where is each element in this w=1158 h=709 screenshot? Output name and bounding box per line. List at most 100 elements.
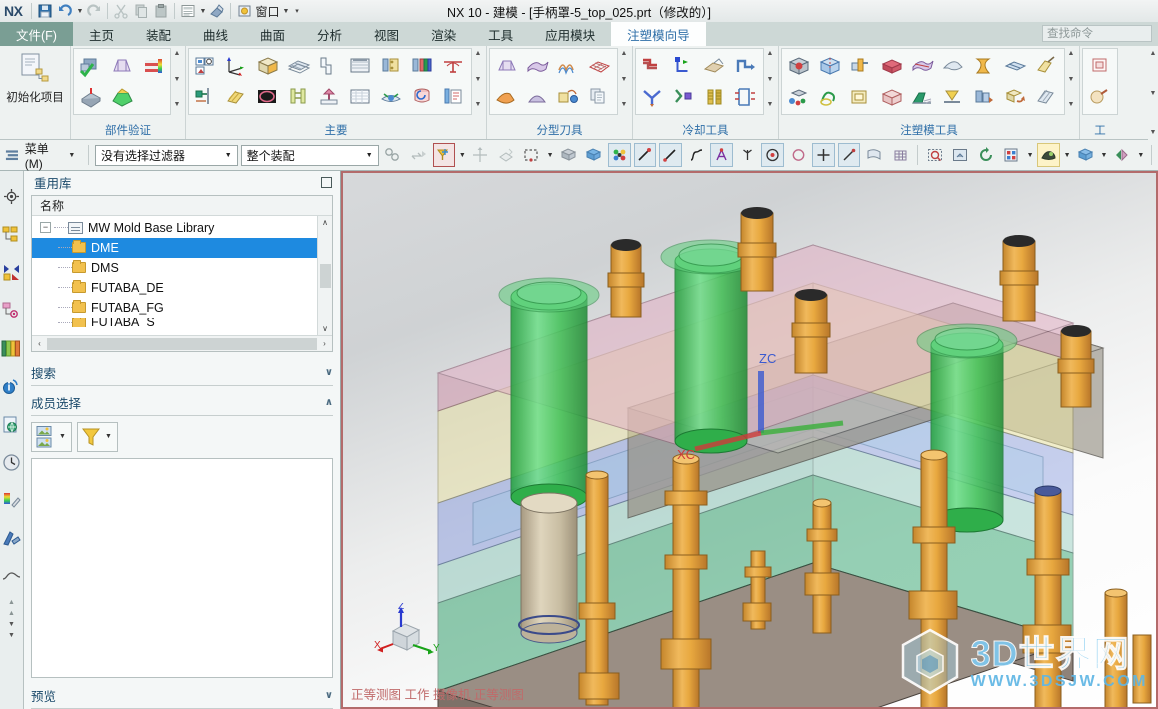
mold-csys-axes-icon[interactable] (222, 51, 252, 81)
parting-line-icon[interactable] (554, 51, 584, 81)
tab-surface[interactable]: 曲面 (244, 22, 301, 46)
scroll-more-icon[interactable]: ▼ (8, 632, 15, 639)
cooling-standard-part-icon[interactable] (700, 82, 730, 112)
snap-point-caret-icon[interactable]: ▼ (458, 152, 466, 159)
drawing-icon[interactable] (439, 82, 469, 112)
parting-scroll[interactable]: ▲ ▼ ▼ (618, 48, 630, 110)
chevron-down-icon[interactable]: ▼ (360, 152, 376, 159)
scroll-down-icon[interactable]: ▼ (621, 76, 628, 83)
redo-icon[interactable] (84, 1, 104, 21)
mold-trim-icon[interactable] (253, 82, 283, 112)
mold-base-library-icon[interactable] (346, 51, 376, 81)
tree-horizontal-scrollbar[interactable]: ‹ › (32, 335, 332, 352)
slider-lifter-icon[interactable] (408, 51, 438, 81)
feature-navigator-icon[interactable] (1, 291, 23, 329)
extend-face-icon[interactable] (939, 82, 969, 112)
select-mesh-icon[interactable] (889, 143, 911, 167)
sub-insert-library-icon[interactable] (439, 51, 469, 81)
scroll-up-icon[interactable]: ▲ (621, 50, 628, 57)
cooling-circuit-icon[interactable] (638, 51, 668, 81)
cooling-adjust-icon[interactable] (669, 82, 699, 112)
chevron-down-icon[interactable]: ▼ (219, 152, 235, 159)
undo-icon[interactable] (55, 1, 75, 21)
menu-button[interactable]: 菜单(M) ▼ (3, 140, 82, 171)
electrode-icon[interactable] (284, 82, 314, 112)
paste-icon[interactable] (151, 1, 171, 21)
web-browser-icon[interactable] (1, 367, 23, 405)
tree-node-futaba_s[interactable]: FUTABA_S (32, 317, 317, 327)
scroll-down-icon[interactable]: ▼ (1068, 76, 1075, 83)
ribbon-scroll-up-icon[interactable]: ▲ (1150, 50, 1157, 57)
top-bolt-3[interactable] (791, 289, 831, 374)
thumbnail-view-button[interactable]: ▼ (31, 421, 72, 452)
scroll-up-icon[interactable]: ▲ (767, 50, 774, 57)
scroll-down-icon[interactable]: ▼ (475, 76, 482, 83)
scroll-down-icon[interactable]: ▼ (767, 76, 774, 83)
scroll-expand-icon[interactable]: ▼ (621, 101, 628, 108)
standard-part-library-icon[interactable] (377, 51, 407, 81)
chevron-down-icon[interactable]: ▼ (56, 433, 69, 440)
window-menu-button[interactable]: 窗口 ▼ ▾ (234, 1, 304, 21)
extend-sheet-icon[interactable] (492, 82, 522, 112)
scroll-expand-icon[interactable]: ▼ (1068, 101, 1075, 108)
gate-library-icon[interactable] (191, 82, 221, 112)
top-bolt-4[interactable] (999, 235, 1039, 322)
scroll-up-icon[interactable]: ∧ (322, 216, 328, 229)
check-mold-design-icon[interactable] (76, 51, 106, 81)
filter-button[interactable]: ▼ (76, 421, 118, 452)
cut-icon[interactable] (111, 1, 131, 21)
scroll-expand-icon[interactable]: ▼ (174, 101, 181, 108)
select-spline-icon[interactable] (685, 143, 707, 167)
assembly-navigator-icon[interactable] (1, 177, 23, 215)
scroll-thumb[interactable] (320, 263, 331, 288)
select-point-cross-icon[interactable] (812, 143, 835, 167)
region-swap-icon[interactable] (554, 82, 584, 112)
assembly-scope-combo[interactable]: 整个装配 ▼ (240, 144, 379, 166)
zoom-region-icon[interactable] (924, 143, 946, 167)
solid-patch-icon[interactable] (784, 51, 814, 81)
return-pin-1[interactable] (518, 492, 580, 644)
select-face-icon[interactable] (495, 143, 517, 167)
locating-ring-3[interactable] (916, 323, 1018, 359)
shaded-body-icon[interactable] (1074, 143, 1096, 167)
select-general-icon[interactable] (382, 143, 404, 167)
restore-window-icon[interactable] (321, 177, 332, 189)
shaded-body-caret-icon[interactable]: ▼ (1100, 152, 1108, 159)
cooling-channel-icon[interactable] (731, 82, 761, 112)
role-icon[interactable] (1, 519, 23, 557)
select-vertex-icon[interactable] (608, 143, 631, 167)
section-search[interactable]: 搜索 ∨ (31, 360, 333, 386)
tab-assembly[interactable]: 装配 (130, 22, 187, 46)
scroll-left-icon[interactable]: ‹ (33, 339, 46, 348)
tree-node-dms[interactable]: DMS (32, 258, 317, 278)
tree-node-futaba_de[interactable]: FUTABA_DE (32, 278, 317, 298)
reference-blend-icon[interactable] (784, 82, 814, 112)
parting-dome-icon[interactable] (523, 82, 553, 112)
mold-split-icon[interactable] (315, 51, 345, 81)
part-navigator-icon[interactable] (1, 253, 23, 291)
list-icon[interactable] (178, 1, 198, 21)
section-member-select[interactable]: 成员选择 ∧ (31, 390, 333, 416)
history-clock-icon[interactable] (1, 443, 23, 481)
trim-mold-component-icon[interactable] (315, 82, 345, 112)
cooling-extend-icon[interactable] (731, 51, 761, 81)
select-datum-axis-icon[interactable] (736, 143, 758, 167)
guide-bush-1[interactable] (510, 283, 588, 511)
selection-filter-combo[interactable]: 没有选择过滤器 ▼ (94, 144, 238, 166)
ribbon-more-icon[interactable]: ▼ (1150, 129, 1157, 136)
view-manager-icon[interactable] (377, 82, 407, 112)
save-icon[interactable] (35, 1, 55, 21)
rectangle-select-icon[interactable] (520, 143, 542, 167)
up-one-level-icon[interactable] (407, 143, 429, 167)
region-analysis-icon[interactable] (523, 51, 553, 81)
main-scroll[interactable]: ▲ ▼ ▼ (472, 48, 484, 110)
replace-solid-icon[interactable] (970, 82, 1000, 112)
chevron-down-icon[interactable]: ▼ (281, 1, 290, 21)
tab-tools[interactable]: 工具 (472, 22, 529, 46)
tree-node-futaba_fg[interactable]: FUTABA_FG (32, 298, 317, 318)
workpiece-icon[interactable] (253, 51, 283, 81)
system-materials-icon[interactable] (1, 481, 23, 519)
scroll-right-icon[interactable]: › (318, 339, 331, 348)
concept-design-icon[interactable] (408, 82, 438, 112)
mold-csys-icon[interactable] (191, 51, 221, 81)
